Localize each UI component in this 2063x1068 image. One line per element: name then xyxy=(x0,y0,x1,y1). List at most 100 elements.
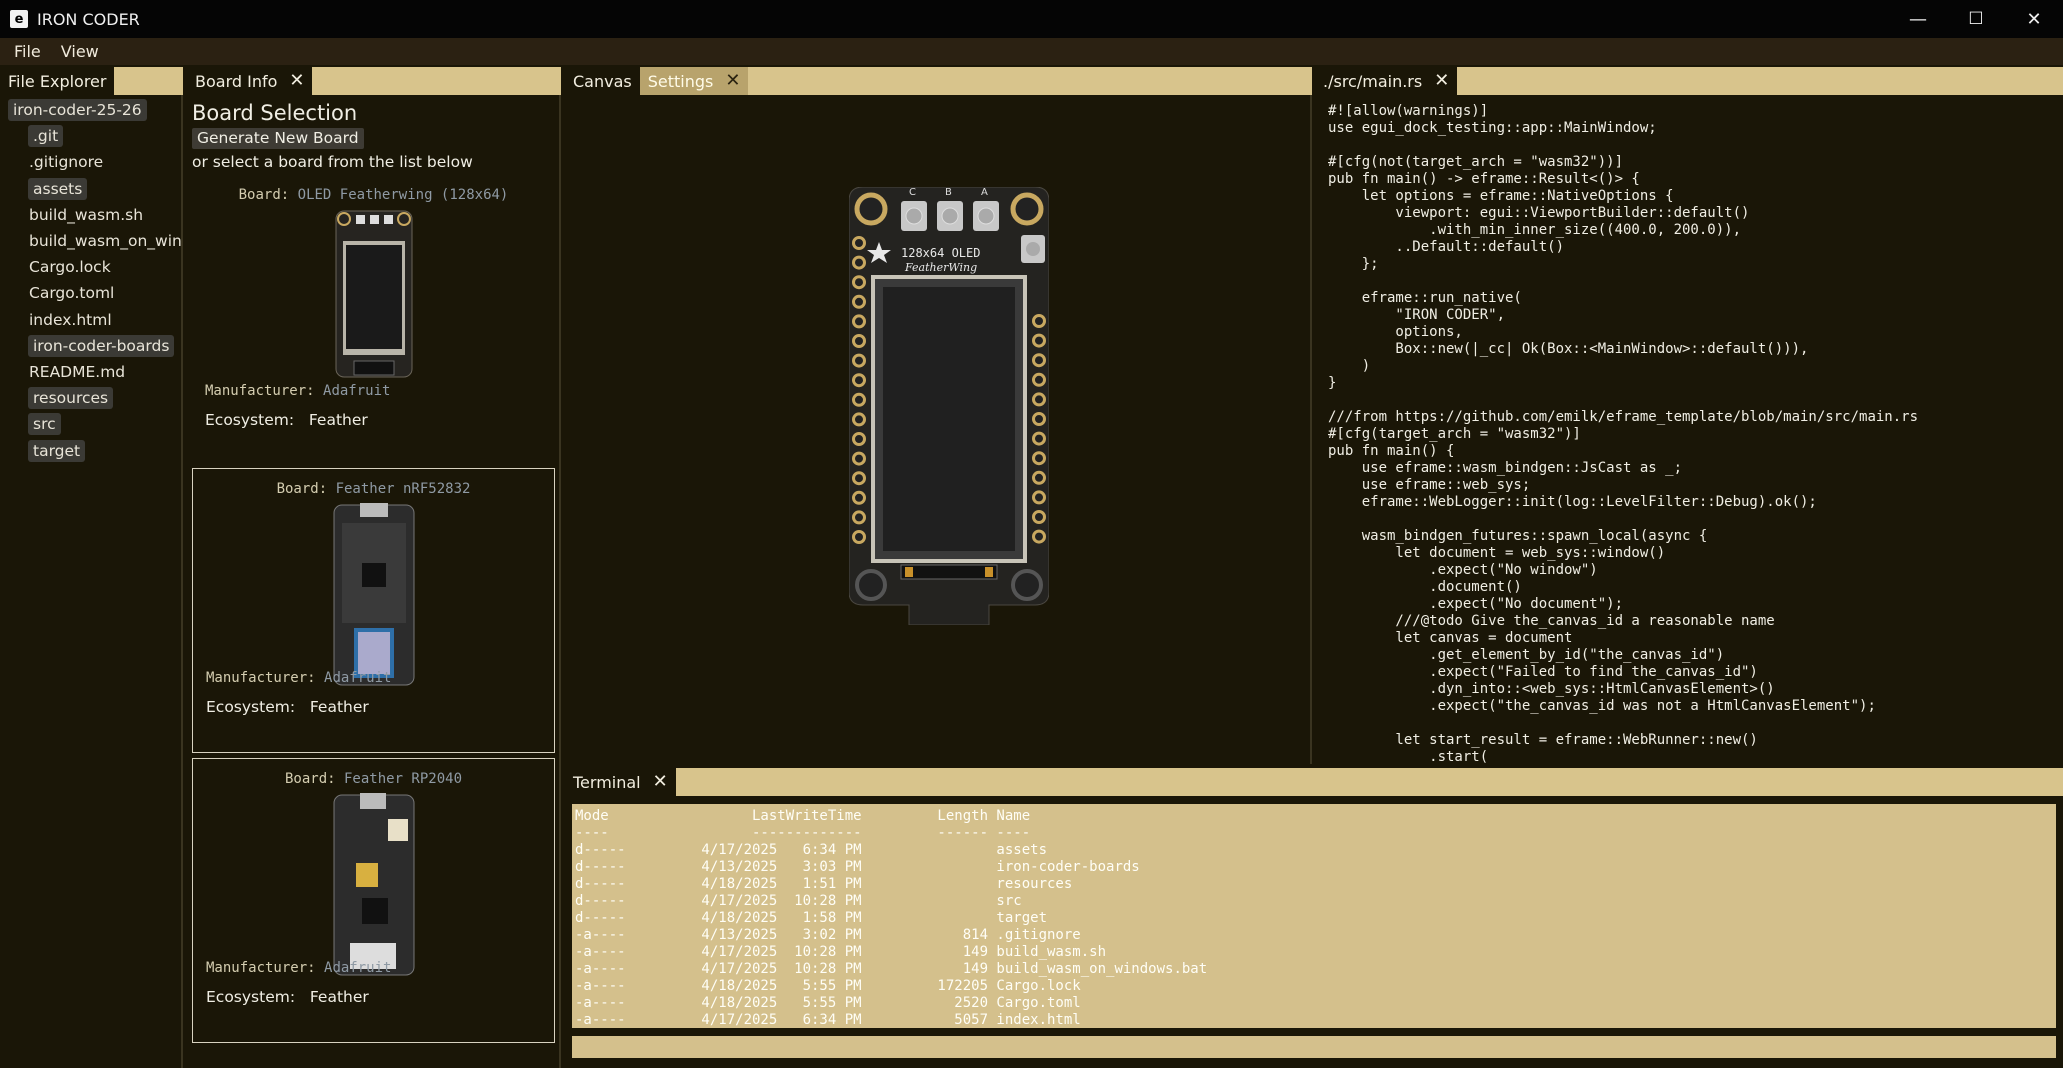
board-name: Feather RP2040 xyxy=(344,771,463,787)
button-b-label: B xyxy=(945,187,952,198)
code-editor-panel: ./src/main.rs ✕ #![allow(warnings)] use … xyxy=(1315,67,2063,764)
board-silk-title: 128x64 OLED xyxy=(901,246,980,260)
terminal-tabbar: Terminal ✕ xyxy=(565,768,2063,796)
board-selection-subtitle: or select a board from the list below xyxy=(192,153,473,171)
tab-file-explorer[interactable]: File Explorer xyxy=(0,67,115,95)
maximize-icon[interactable]: ☐ xyxy=(1947,0,2005,38)
terminal-output[interactable]: Mode LastWriteTime Length Name ---- ----… xyxy=(572,804,2056,1028)
manufacturer-row: Manufacturer: Adafruit xyxy=(205,383,390,399)
header-pin xyxy=(852,353,866,368)
code-text[interactable]: #![allow(warnings)] use egui_dock_testin… xyxy=(1328,103,1918,764)
tree-file[interactable]: .gitignore xyxy=(28,151,108,173)
header-pin xyxy=(1032,529,1046,544)
header-pin xyxy=(1032,510,1046,524)
tree-folder[interactable]: resources xyxy=(28,387,114,410)
menu-view[interactable]: View xyxy=(61,42,99,61)
close-icon[interactable]: ✕ xyxy=(725,72,740,90)
tab-label: Canvas xyxy=(573,71,632,91)
ecosystem-row: Ecosystem: Feather xyxy=(206,698,369,716)
board-name-row: Board: Feather RP2040 xyxy=(193,771,554,787)
header-pin xyxy=(1032,353,1046,368)
board-card-oled-featherwing[interactable]: Board: OLED Featherwing (128x64) Manufac… xyxy=(192,187,555,472)
header-pin xyxy=(1032,392,1046,407)
header-pin xyxy=(1032,470,1046,485)
close-icon[interactable]: ✕ xyxy=(1434,72,1449,90)
board-info-panel: Board Info ✕ Board Selection Generate Ne… xyxy=(187,67,561,1068)
header-pin xyxy=(852,275,866,290)
header-pin xyxy=(1032,372,1046,387)
board-name: Feather nRF52832 xyxy=(335,481,471,497)
canvas-panel: Canvas Settings ✕ C B A 128x64 OLED Feat… xyxy=(565,67,1312,764)
terminal-body: Mode LastWriteTime Length Name ---- ----… xyxy=(565,796,2063,1068)
tab-canvas[interactable]: Canvas xyxy=(565,67,640,95)
tree-folder[interactable]: .git xyxy=(28,125,64,148)
button-c-label: C xyxy=(909,187,916,198)
tree-file[interactable]: Cargo.lock xyxy=(28,256,116,278)
ecosystem-label: Ecosystem: xyxy=(205,411,295,429)
tree-file[interactable]: index.html xyxy=(28,309,117,331)
close-window-icon[interactable]: ✕ xyxy=(2005,0,2063,38)
board-name-row: Board: Feather nRF52832 xyxy=(193,481,554,497)
window-title: IRON CODER xyxy=(37,9,140,29)
minimize-icon[interactable]: — xyxy=(1889,0,1947,38)
header-pin xyxy=(852,334,866,348)
board-selection-title: Board Selection xyxy=(192,101,358,125)
tab-terminal[interactable]: Terminal ✕ xyxy=(565,768,676,796)
tree-file[interactable]: build_wasm_on_windows.bat xyxy=(28,230,181,252)
board-name-row: Board: OLED Featherwing (128x64) xyxy=(192,187,555,203)
code-area[interactable]: #![allow(warnings)] use egui_dock_testin… xyxy=(1315,95,2063,764)
board-label: Board: xyxy=(276,481,328,497)
tree-folder[interactable]: iron-coder-boards xyxy=(28,334,175,357)
board-info-body: Board Selection Generate New Board or se… xyxy=(187,95,561,1068)
terminal-output-text: Mode LastWriteTime Length Name ---- ----… xyxy=(575,808,1208,1028)
tab-label: ./src/main.rs xyxy=(1323,71,1423,91)
tab-label: Board Info xyxy=(195,71,278,91)
tree-folder[interactable]: assets xyxy=(28,177,88,200)
tree-file[interactable]: build_wasm.sh xyxy=(28,204,148,226)
app-icon: e xyxy=(10,10,28,28)
tab-main-rs[interactable]: ./src/main.rs ✕ xyxy=(1315,67,1458,95)
window-controls: — ☐ ✕ xyxy=(1889,0,2063,38)
close-icon[interactable]: ✕ xyxy=(289,72,304,90)
ecosystem-value: Feather xyxy=(308,411,368,429)
generate-new-board-button[interactable]: Generate New Board xyxy=(192,128,364,149)
ecosystem-label: Ecosystem: xyxy=(206,698,296,716)
header-pin xyxy=(852,471,866,486)
tree-file[interactable]: README.md xyxy=(28,361,130,383)
tab-label: File Explorer xyxy=(8,71,107,91)
header-pin xyxy=(852,294,866,309)
header-pin xyxy=(1032,490,1046,505)
tree-file[interactable]: Cargo.toml xyxy=(28,282,119,304)
tab-board-info[interactable]: Board Info ✕ xyxy=(187,67,313,95)
editor-tabbar: ./src/main.rs ✕ xyxy=(1315,67,2063,95)
title-bar: e IRON CODER — ☐ ✕ xyxy=(0,0,2063,38)
file-explorer-panel: File Explorer iron-coder-25-26 .git .gitig… xyxy=(0,67,183,1068)
menu-file[interactable]: File xyxy=(14,42,41,61)
ecosystem-label: Ecosystem: xyxy=(206,988,296,1006)
tree-folder[interactable]: iron-coder-25-26 xyxy=(8,99,147,121)
board-label: Board: xyxy=(238,187,290,203)
board-label: Board: xyxy=(284,771,336,787)
tree-folder[interactable]: target xyxy=(28,439,86,462)
canvas-tabbar: Canvas Settings ✕ xyxy=(565,67,1312,95)
close-icon[interactable]: ✕ xyxy=(653,773,668,791)
menu-bar: File View xyxy=(0,38,2063,65)
header-pin xyxy=(852,373,866,388)
tree-folder[interactable]: src xyxy=(28,413,61,436)
ecosystem-row: Ecosystem: Feather xyxy=(205,411,368,429)
canvas-area[interactable]: C B A 128x64 OLED FeatherWing xyxy=(565,95,1312,764)
header-pin xyxy=(852,451,866,466)
terminal-input[interactable] xyxy=(572,1036,2056,1058)
board-card-feather-nrf52832[interactable]: Board: Feather nRF52832 Manufacturer: Ad… xyxy=(192,468,555,753)
manufacturer-label: Manufacturer: xyxy=(206,670,316,686)
feather-nrf52832-thumbnail xyxy=(333,503,414,686)
header-pin xyxy=(1032,314,1046,328)
manufacturer-value: Adafruit xyxy=(324,960,392,976)
board-silk-subtitle: FeatherWing xyxy=(904,261,977,274)
tab-settings[interactable]: Settings ✕ xyxy=(639,67,749,95)
manufacturer-value: Adafruit xyxy=(324,670,392,686)
board-card-feather-rp2040[interactable]: Board: Feather RP2040 Manufacturer: Adaf… xyxy=(192,758,555,1043)
header-pin xyxy=(852,530,866,544)
oled-featherwing-board[interactable]: C B A 128x64 OLED FeatherWing xyxy=(849,187,1049,625)
manufacturer-row: Manufacturer: Adafruit xyxy=(206,670,391,686)
